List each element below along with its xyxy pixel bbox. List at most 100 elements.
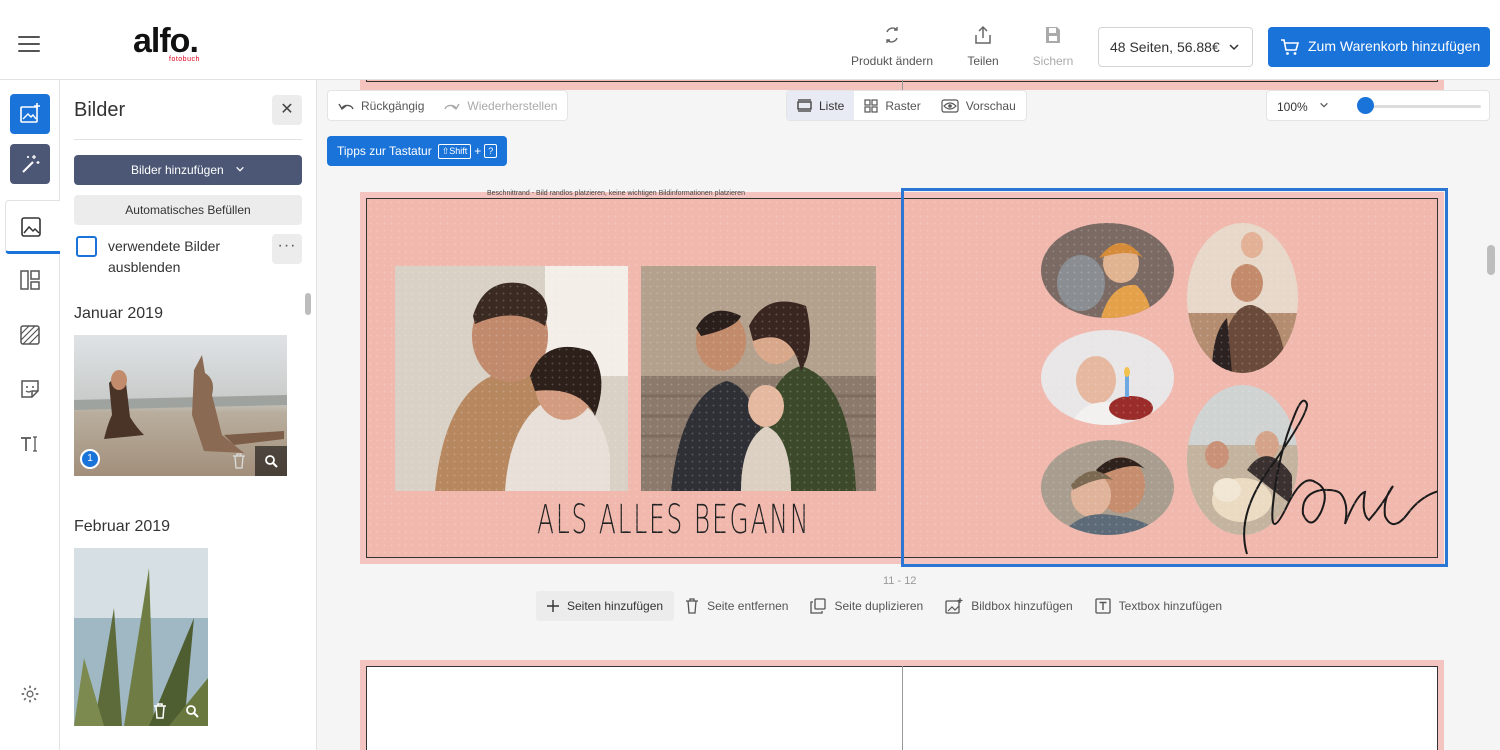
shift-key-hint: ⇧Shift — [437, 143, 472, 159]
brand-sub: fotobuch — [169, 56, 200, 63]
couple-hug-image — [395, 266, 628, 491]
question-key-hint: ? — [484, 144, 498, 158]
cart-icon — [1281, 39, 1300, 55]
magic-wand-icon — [22, 155, 40, 173]
dad-child-oval-photo[interactable] — [1187, 223, 1298, 373]
plus-icon — [547, 600, 559, 612]
zoom-slider-handle[interactable] — [1356, 97, 1374, 114]
add-images-label: Bilder hinzufügen — [130, 163, 224, 177]
magic-tool[interactable] — [10, 144, 50, 184]
autofill-button[interactable]: Automatisches Befüllen — [74, 195, 302, 225]
add-photo-tool[interactable] — [10, 94, 50, 134]
hide-used-label: verwendete Bilder ausblenden — [108, 238, 221, 275]
duplicate-page-label: Seite duplizieren — [834, 599, 924, 613]
sticker-icon[interactable] — [18, 377, 42, 401]
redo-label: Wiederherstellen — [467, 98, 558, 113]
view-grid-button[interactable]: Raster — [854, 91, 930, 120]
chevron-down-icon[interactable] — [1319, 100, 1329, 110]
remove-page-label: Seite entfernen — [707, 599, 789, 613]
brand-logo[interactable]: alfo. fotobuch — [133, 22, 199, 63]
zoom-select[interactable]: 100% — [1277, 100, 1308, 114]
month-heading: Februar 2019 — [74, 518, 171, 535]
save-icon — [1046, 27, 1060, 43]
remove-page-button[interactable]: Seite entfernen — [674, 591, 799, 621]
undo-icon — [338, 103, 354, 110]
keyboard-tips-label: Tipps zur Tastatur — [337, 144, 432, 158]
trash-icon — [686, 598, 699, 614]
add-images-button[interactable]: Bilder hinzufügen — [74, 155, 302, 185]
baby-toy-image — [1041, 223, 1174, 318]
dad-baby-oval-photo[interactable] — [1041, 440, 1174, 535]
save-button[interactable]: Sichern — [1003, 24, 1103, 68]
view-list-button[interactable]: Liste — [787, 91, 855, 120]
page-11[interactable]: ALS ALLES BEGANN — [366, 198, 902, 558]
layout-icon[interactable] — [18, 268, 42, 292]
brand-name: alfo. — [133, 22, 199, 60]
add-text-box-button[interactable]: Textbox hinzufügen — [1084, 591, 1233, 621]
view-preview-label: Vorschau — [965, 98, 1016, 113]
view-grid-label: Raster — [885, 98, 921, 113]
change-product-button[interactable]: Produkt ändern — [842, 24, 942, 68]
redo-icon — [444, 103, 460, 110]
panel-scrollbar[interactable] — [305, 293, 311, 315]
keyboard-tips-button[interactable]: Tipps zur Tastatur ⇧Shift + ? — [327, 136, 508, 166]
duplicate-page-button[interactable]: Seite duplizieren — [799, 591, 934, 621]
add-to-cart-button[interactable]: Zum Warenkorb hinzufügen — [1268, 27, 1490, 67]
view-mode-toolbar: Liste Raster Vorschau — [786, 90, 1027, 121]
family-stairs-image — [641, 266, 876, 491]
panel-title: Bilder — [74, 99, 126, 121]
undo-label: Rückgängig — [361, 98, 425, 113]
preview-eye-icon — [941, 98, 959, 113]
usage-count-badge: 1 — [80, 449, 100, 469]
image-thumbnail[interactable] — [74, 548, 208, 726]
delete-image-button[interactable] — [223, 446, 255, 476]
family-stairs-photo[interactable] — [641, 266, 876, 491]
add-image-box-label: Bildbox hinzufügen — [971, 599, 1073, 613]
delete-image-button[interactable] — [144, 696, 176, 726]
close-icon: ✕ — [280, 101, 294, 118]
text-tool-icon[interactable] — [18, 432, 42, 456]
save-label: Sichern — [1032, 54, 1074, 68]
add-pages-label: Seiten hinzufügen — [567, 599, 664, 613]
page-actions-bar: Seiten hinzufügen Seite entfernen Seite … — [536, 591, 1233, 621]
pages-price-select[interactable]: 48 Seiten, 56.88€ — [1098, 27, 1253, 67]
settings-gear-icon[interactable] — [20, 684, 40, 704]
top-bar: alfo. fotobuch Produkt ändern Teilen Sic… — [0, 0, 1500, 80]
trash-icon — [154, 703, 166, 719]
birthday-image — [1041, 330, 1174, 425]
redo-button[interactable]: Wiederherstellen — [434, 91, 567, 120]
zoom-control: 100% — [1266, 90, 1490, 121]
bleed-note: Beschnittrand - Bild randlos platzieren,… — [487, 190, 745, 197]
grid-view-icon — [864, 98, 878, 113]
baby-oval-photo[interactable] — [1041, 223, 1174, 318]
change-product-label: Produkt ändern — [850, 54, 934, 68]
view-preview-button[interactable]: Vorschau — [931, 91, 1026, 120]
more-icon: ··· — [277, 237, 297, 254]
more-options-button[interactable]: ··· — [272, 234, 302, 264]
add-photo-icon — [20, 103, 40, 123]
zoom-image-button[interactable] — [255, 446, 287, 476]
close-panel-button[interactable]: ✕ — [272, 95, 302, 125]
background-icon[interactable] — [18, 323, 42, 347]
image-thumbnail[interactable]: 1 — [74, 335, 287, 476]
canvas-scrollbar[interactable] — [1487, 245, 1495, 275]
zoom-slider[interactable] — [1359, 105, 1481, 108]
undo-button[interactable]: Rückgängig — [328, 91, 434, 120]
couple-hug-photo[interactable] — [395, 266, 628, 491]
page-12[interactable]: love — [902, 198, 1438, 558]
add-image-box-button[interactable]: Bildbox hinzufügen — [934, 591, 1083, 621]
birthday-oval-photo[interactable] — [1041, 330, 1174, 425]
next-spread[interactable] — [360, 660, 1444, 750]
image-box-icon — [945, 598, 963, 614]
previous-spread[interactable] — [360, 80, 1444, 90]
add-pages-button[interactable]: Seiten hinzufügen — [536, 591, 675, 621]
images-panel: Bilder ✕ Bilder hinzufügen Automatisches… — [60, 80, 317, 750]
images-tab[interactable] — [5, 200, 60, 254]
menu-icon[interactable] — [18, 36, 40, 54]
hide-used-checkbox[interactable] — [76, 236, 97, 257]
zoom-image-button[interactable] — [176, 696, 208, 726]
spread-title[interactable]: ALS ALLES BEGANN — [537, 497, 810, 543]
image-icon — [21, 217, 41, 237]
spread-11-12[interactable]: ALS ALLES BEGANN love — [360, 188, 1448, 567]
chevron-down-icon — [236, 166, 244, 172]
